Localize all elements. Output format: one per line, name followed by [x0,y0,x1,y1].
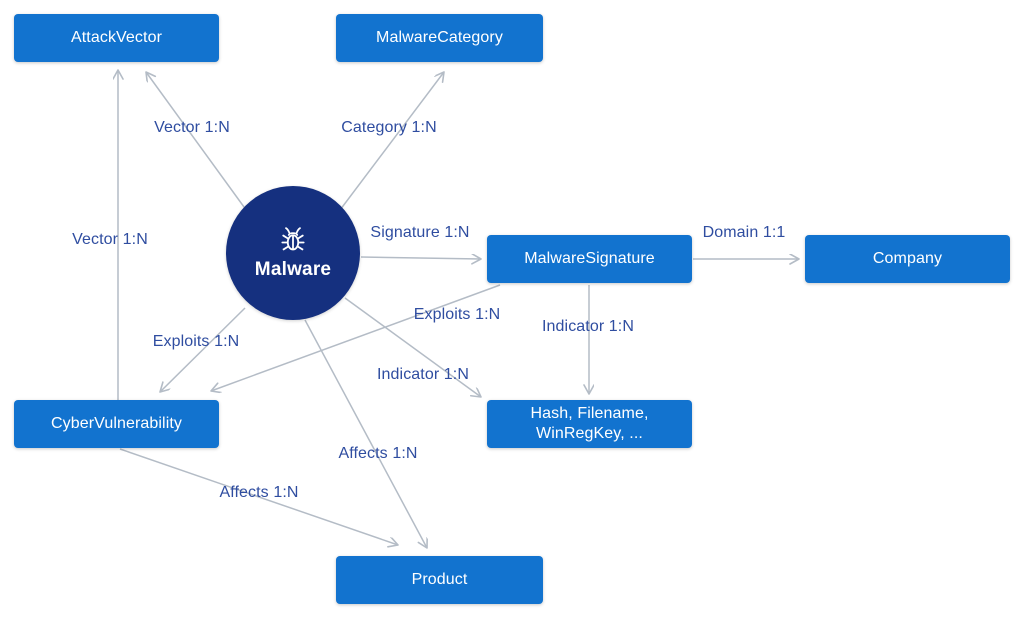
node-hash-filename-label: Hash, Filename, WinRegKey, ... [530,405,649,442]
node-malware-signature-label: MalwareSignature [524,250,655,267]
edge-line-malware-product [304,319,427,548]
edge-layer [0,0,1024,618]
node-product[interactable]: Product [336,556,543,604]
node-malware-label: Malware [254,258,332,280]
edge-label-malwaresignature-company: Domain 1:1 [702,224,786,241]
edge-line-malware-malwaresignature [360,257,481,259]
node-attack-vector-label: AttackVector [70,29,163,46]
edge-label-malware-product: Affects 1:N [338,445,418,462]
edge-label-malware-cybervulnerability: Exploits 1:N [152,333,240,350]
node-cyber-vulnerability-label: CyberVulnerability [50,415,183,432]
node-product-label: Product [411,571,468,588]
edge-label-malware-attackvector: Vector 1:N [154,119,230,136]
bug-icon [278,226,308,256]
edge-label-malwaresignature-hash: Indicator 1:N [541,318,635,335]
node-malware-category-label: MalwareCategory [376,29,503,46]
edge-line-malware-malwarecategory [333,72,444,219]
node-company[interactable]: Company [805,235,1010,283]
node-malware-category[interactable]: MalwareCategory [336,14,543,62]
diagram-canvas: AttackVector MalwareCategory Malware Mal… [0,0,1024,618]
node-attack-vector[interactable]: AttackVector [14,14,219,62]
edge-label-malware-malwarecategory: Category 1:N [341,119,437,136]
edge-label-malware-hash: Indicator 1:N [376,366,470,383]
edge-label-malwaresignature-cybervulnerability: Exploits 1:N [413,306,501,323]
edge-label-cybervulnerability-attackvector: Vector 1:N [72,231,148,248]
node-hash-filename[interactable]: Hash, Filename, WinRegKey, ... [487,400,692,448]
edge-label-cybervulnerability-product: Affects 1:N [219,484,299,501]
node-cyber-vulnerability[interactable]: CyberVulnerability [14,400,219,448]
edge-line-malware-attackvector [146,72,253,219]
node-company-label: Company [872,250,943,267]
node-malware-signature[interactable]: MalwareSignature [487,235,692,283]
edge-label-malware-malwaresignature: Signature 1:N [370,224,470,241]
node-malware[interactable]: Malware [226,186,360,320]
